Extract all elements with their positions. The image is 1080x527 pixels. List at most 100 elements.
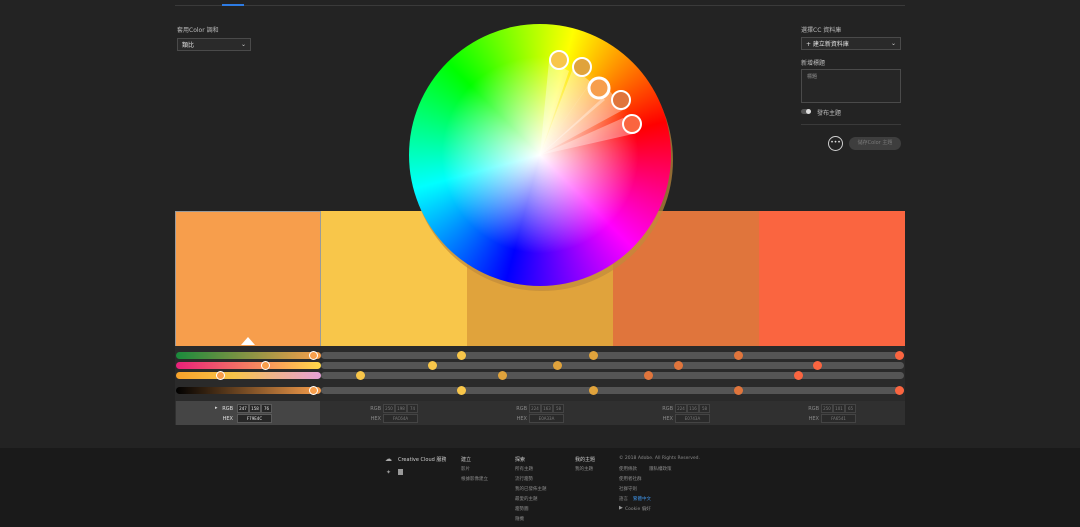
hex-label: HEX — [370, 416, 381, 422]
slider-dot[interactable] — [674, 361, 683, 370]
rgb-r-input[interactable]: 224 — [675, 404, 687, 413]
rgb-label: RGB — [808, 406, 819, 412]
hex-label: HEX — [222, 416, 233, 422]
library-select-value: + 建立新資料庫 — [806, 41, 849, 48]
harmony-label: 套用Color 調和 — [177, 27, 219, 34]
slider-dot[interactable] — [553, 361, 562, 370]
hex-input[interactable]: E0A33A — [529, 414, 564, 423]
rgb-b-input[interactable]: 65 — [845, 404, 856, 413]
rgb-b-input[interactable]: 74 — [407, 404, 418, 413]
saturation-slider-track[interactable] — [176, 362, 321, 369]
play-icon: ▶ — [619, 505, 623, 511]
language-select[interactable]: 繁體中文 — [633, 496, 651, 502]
wheel-handle-base[interactable] — [587, 76, 611, 100]
rgb-label: RGB — [516, 406, 527, 412]
slider-dot[interactable] — [794, 371, 803, 380]
slider-dot[interactable] — [895, 386, 904, 395]
library-select[interactable]: + 建立新資料庫 ⌄ — [801, 37, 901, 50]
rgb-r-input[interactable]: 224 — [529, 404, 541, 413]
slider-track — [321, 387, 904, 394]
slider-track — [321, 372, 904, 379]
footer-link[interactable]: 我的主題 — [575, 466, 593, 472]
footer-link[interactable]: 趨勢圖 — [515, 506, 529, 512]
rgb-r-input[interactable]: 250 — [383, 404, 395, 413]
harmony-select-value: 類比 — [182, 42, 195, 49]
selected-swatch-caret — [241, 337, 255, 345]
twitter-icon[interactable]: ✦ — [386, 469, 391, 476]
value-slider-track[interactable] — [176, 387, 321, 394]
rgb-g-input[interactable]: 158 — [249, 404, 261, 413]
cookie-preferences-link[interactable]: Cookie 偏好 — [625, 506, 651, 512]
creative-cloud-icon: ☁ — [385, 455, 392, 463]
footer-create-heading: 建立 — [461, 457, 472, 463]
rgb-r-input[interactable]: 250 — [821, 404, 833, 413]
footer-link[interactable]: 使用者社群 — [619, 476, 642, 482]
footer-link[interactable]: 流行趨勢 — [515, 476, 533, 482]
slider-dot[interactable] — [589, 386, 598, 395]
footer-link[interactable]: 根據影像建立 — [461, 476, 488, 482]
slider-dot[interactable] — [589, 351, 598, 360]
slider-dot[interactable] — [457, 351, 466, 360]
divider — [801, 124, 901, 125]
slider-track — [321, 352, 904, 359]
title-input[interactable]: 標題 — [801, 69, 901, 103]
library-label: 選擇CC 資料庫 — [801, 27, 842, 34]
cc-services-link[interactable]: Creative Cloud 服務 — [398, 456, 446, 463]
hex-input[interactable]: F79E4C — [237, 414, 272, 423]
top-tab-underline — [175, 5, 905, 6]
hex-input[interactable]: FA6541 — [821, 414, 856, 423]
footer-link[interactable]: 影片 — [461, 466, 470, 472]
rgb-label: RGB — [370, 406, 381, 412]
value-slider-thumb[interactable] — [309, 386, 318, 395]
color-swatch-1[interactable] — [175, 211, 321, 346]
slider-dot[interactable] — [356, 371, 365, 380]
rgb-g-input[interactable]: 101 — [833, 404, 845, 413]
chevron-down-icon: ⌄ — [890, 40, 896, 47]
hex-label: HEX — [808, 416, 819, 422]
footer-link[interactable]: 最愛的主題 — [515, 496, 538, 502]
title-placeholder: 標題 — [807, 74, 818, 80]
wheel-handle-5[interactable] — [622, 114, 642, 134]
slider-dot[interactable] — [895, 351, 904, 360]
footer-link[interactable]: 隱私權政策 — [649, 466, 672, 472]
slider-dot[interactable] — [644, 371, 653, 380]
footer-link[interactable]: 所有主題 — [515, 466, 533, 472]
facebook-icon[interactable] — [398, 469, 403, 475]
publish-label: 發布主題 — [817, 110, 842, 117]
footer-link[interactable]: 社群守則 — [619, 486, 637, 492]
slider-dot[interactable] — [498, 371, 507, 380]
rgb-b-input[interactable]: 76 — [261, 404, 272, 413]
rgb-b-input[interactable]: 58 — [699, 404, 710, 413]
harmony-select[interactable]: 類比 ⌄ — [177, 38, 251, 51]
wheel-handle-1[interactable] — [549, 50, 569, 70]
color-wheel[interactable] — [403, 20, 678, 295]
hue-slider-thumb[interactable] — [309, 351, 318, 360]
color-swatch-5[interactable] — [759, 211, 905, 346]
footer-link[interactable]: 我的已發佈主題 — [515, 486, 547, 492]
footer-link[interactable]: 使用條款 — [619, 466, 637, 472]
rgb-b-input[interactable]: 58 — [553, 404, 564, 413]
rgb-g-input[interactable]: 198 — [395, 404, 407, 413]
slider-dot[interactable] — [734, 351, 743, 360]
brightness-slider-track[interactable] — [176, 372, 321, 379]
slider-dot[interactable] — [734, 386, 743, 395]
slider-dot[interactable] — [457, 386, 466, 395]
rgb-g-input[interactable]: 163 — [541, 404, 553, 413]
more-options-button[interactable]: ••• — [828, 136, 843, 151]
hue-slider-track[interactable] — [176, 352, 321, 359]
footer-link[interactable]: 隨機 — [515, 516, 524, 522]
saturation-slider-thumb[interactable] — [261, 361, 270, 370]
save-theme-button[interactable]: 儲存Color 主題 — [849, 137, 901, 150]
hex-label: HEX — [662, 416, 673, 422]
hex-input[interactable]: E0743A — [675, 414, 710, 423]
brightness-slider-thumb[interactable] — [216, 371, 225, 380]
rgb-g-input[interactable]: 116 — [687, 404, 699, 413]
rgb-r-input[interactable]: 247 — [237, 404, 249, 413]
slider-dot[interactable] — [813, 361, 822, 370]
hex-input[interactable]: FAC64A — [383, 414, 418, 423]
wheel-handle-2[interactable] — [572, 57, 592, 77]
footer-explore-heading: 探索 — [515, 457, 526, 463]
wheel-handle-4[interactable] — [611, 90, 631, 110]
slider-dot[interactable] — [428, 361, 437, 370]
publish-toggle[interactable] — [801, 109, 811, 114]
